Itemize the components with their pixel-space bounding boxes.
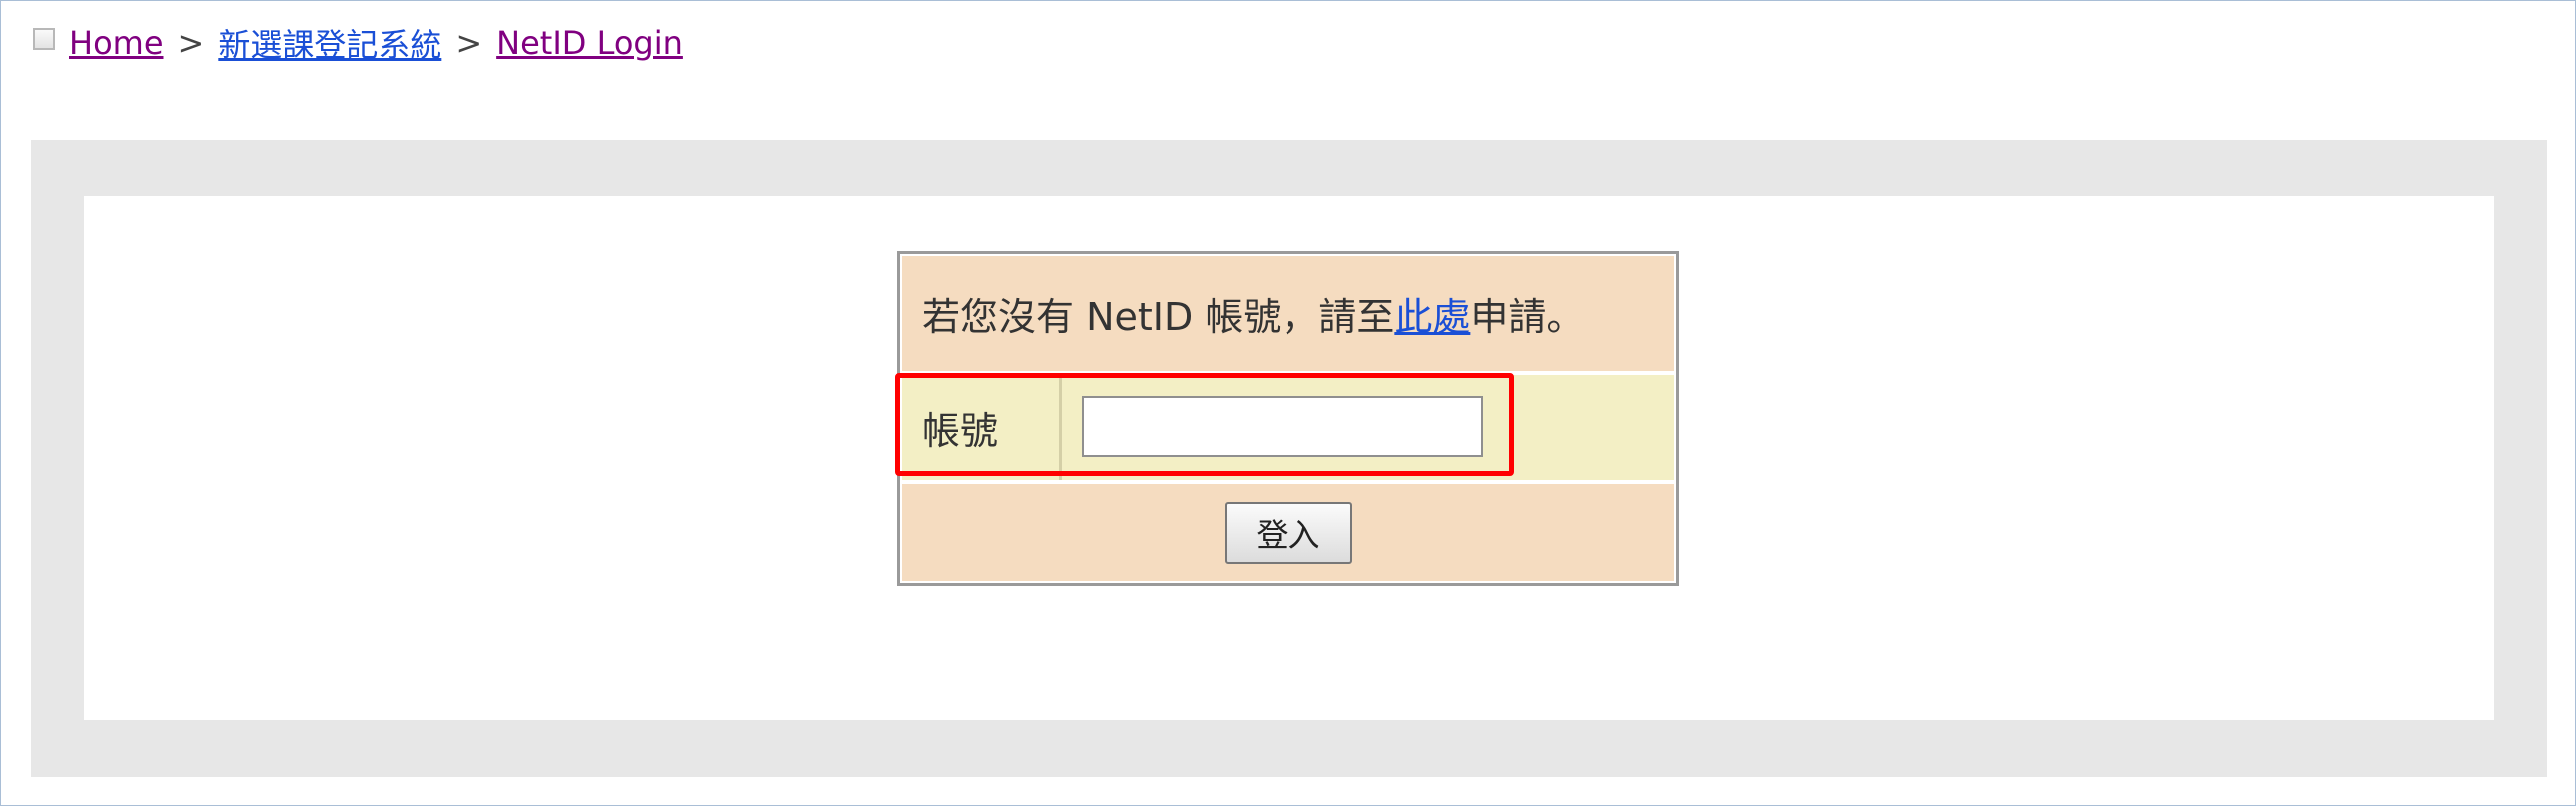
- apply-here-link[interactable]: 此處: [1394, 286, 1470, 341]
- submit-row: 登入: [902, 484, 1674, 581]
- breadcrumb-separator: >: [455, 24, 483, 62]
- checkbox-icon[interactable]: [33, 28, 55, 50]
- outer-panel: 若您沒有 NetID 帳號，請至 此處 申請。 帳號 登入: [31, 140, 2547, 777]
- info-text: 若您沒有 NetID 帳號，請至: [922, 295, 1395, 339]
- inner-panel: 若您沒有 NetID 帳號，請至 此處 申請。 帳號 登入: [84, 196, 2494, 720]
- info-text-suffix: 申請。: [1470, 295, 1585, 339]
- login-form: 若您沒有 NetID 帳號，請至 此處 申請。 帳號 登入: [897, 251, 1679, 586]
- breadcrumb-system-link[interactable]: 新選課登記系統: [218, 20, 441, 66]
- breadcrumb-separator: >: [177, 24, 205, 62]
- login-button[interactable]: 登入: [1224, 501, 1352, 564]
- account-row: 帳號: [902, 375, 1674, 480]
- breadcrumb: Home > 新選課登記系統 > NetID Login: [33, 20, 683, 66]
- info-row: 若您沒有 NetID 帳號，請至 此處 申請。: [902, 256, 1674, 371]
- breadcrumb-netid-login-link[interactable]: NetID Login: [496, 24, 683, 62]
- breadcrumb-home-link[interactable]: Home: [69, 24, 164, 62]
- account-label: 帳號: [902, 375, 1062, 480]
- page-frame: Home > 新選課登記系統 > NetID Login 若您沒有 NetID …: [0, 0, 2576, 806]
- account-input[interactable]: [1082, 396, 1483, 457]
